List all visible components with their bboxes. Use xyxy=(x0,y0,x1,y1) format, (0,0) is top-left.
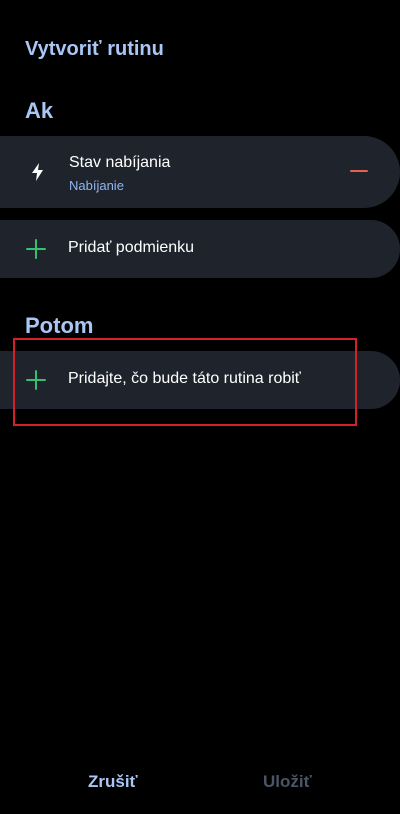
section-then-label: Potom xyxy=(25,313,94,338)
page-title: Vytvoriť rutinu xyxy=(25,38,164,60)
add-action-button[interactable]: Pridajte, čo bude táto rutina robiť xyxy=(0,351,400,409)
plus-icon xyxy=(26,239,46,259)
bolt-icon xyxy=(32,163,43,181)
add-condition-button[interactable]: Pridať podmienku xyxy=(0,220,400,278)
condition-subtitle: Nabíjanie xyxy=(69,178,124,193)
plus-icon xyxy=(26,370,46,390)
condition-card-charging-state[interactable]: Stav nabíjania Nabíjanie xyxy=(0,136,400,208)
cancel-button[interactable]: Zrušiť xyxy=(88,772,138,792)
section-if-label: Ak xyxy=(25,98,54,123)
add-condition-label: Pridať podmienku xyxy=(68,239,195,256)
minus-icon[interactable] xyxy=(350,170,368,172)
add-action-label: Pridajte, čo bude táto rutina robiť xyxy=(68,370,301,387)
save-button[interactable]: Uložiť xyxy=(263,772,312,792)
condition-title: Stav nabíjania xyxy=(69,154,171,171)
